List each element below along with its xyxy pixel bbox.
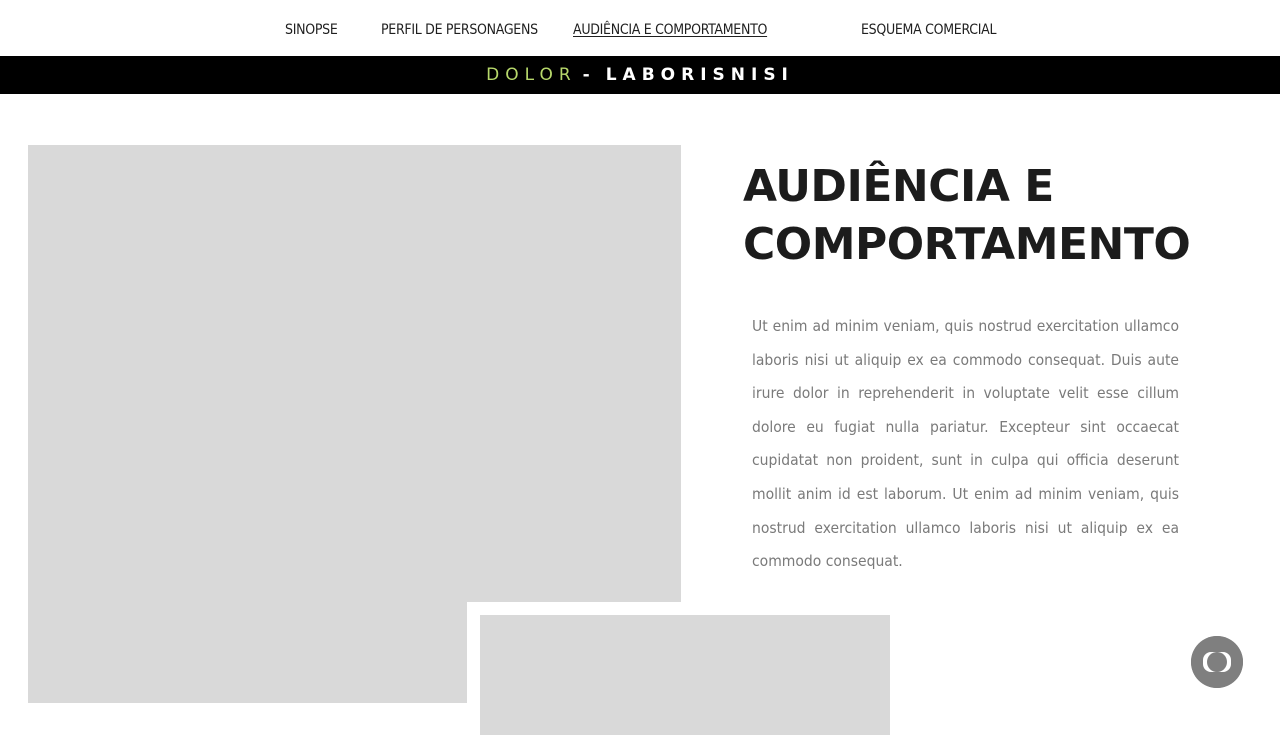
globo-logo-button[interactable]: [1191, 636, 1243, 688]
top-navigation: SINOPSE PERFIL DE PERSONAGENS AUDIÊNCIA …: [0, 0, 1280, 56]
banner-main-text: LABORISNISI: [605, 65, 794, 85]
section-body-text: Ut enim ad minim veniam, quis nostrud ex…: [752, 317, 1179, 571]
image-placeholder-small: [480, 615, 890, 735]
nav-item-sinopse[interactable]: SINOPSE: [285, 22, 338, 38]
globo-logo-icon: [1191, 636, 1243, 688]
banner-separator: -: [582, 65, 596, 85]
banner-accent-text: DOLOR: [486, 65, 577, 85]
nav-item-audiencia-e-comportamento[interactable]: AUDIÊNCIA E COMPORTAMENTO: [573, 22, 767, 38]
section-title: AUDIÊNCIA E COMPORTAMENTO: [743, 161, 1191, 270]
nav-item-esquema-comercial[interactable]: ESQUEMA COMERCIAL: [861, 22, 996, 38]
nav-item-perfil-de-personagens[interactable]: PERFIL DE PERSONAGENS: [381, 22, 538, 38]
title-banner: DOLOR - LABORISNISI: [0, 56, 1280, 94]
